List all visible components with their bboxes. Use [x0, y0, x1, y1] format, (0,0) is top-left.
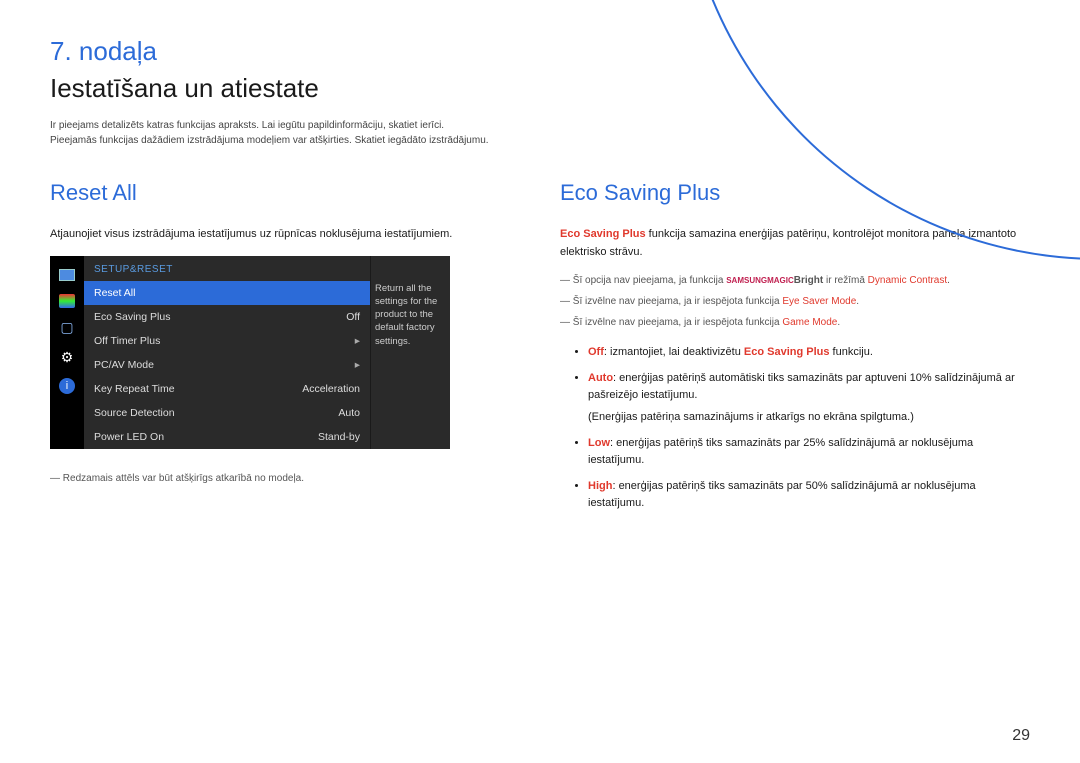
- opt-label: Off: [588, 346, 604, 358]
- page-header: 7. nodaļa Iestatīšana un atiestate Ir pi…: [0, 0, 1080, 158]
- fn-text: ir režīmā: [823, 275, 867, 286]
- opt-text: funkciju.: [830, 346, 873, 358]
- osd-row-label: PC/AV Mode: [94, 359, 154, 371]
- osd-row-label: Source Detection: [94, 407, 175, 419]
- column-eco-saving: Eco Saving Plus Eco Saving Plus funkcija…: [560, 180, 1030, 521]
- osd-row-reset-all[interactable]: Reset All: [84, 281, 370, 305]
- osd-sidebar-icons: ▢ ⚙ i: [50, 256, 84, 449]
- osd-row-eco-saving[interactable]: Eco Saving Plus Off: [84, 305, 370, 329]
- chapter-label: 7. nodaļa: [50, 36, 1030, 67]
- osd-title: SETUP&RESET: [84, 256, 370, 281]
- opt-text: : enerģijas patēriņš tiks samazināts par…: [588, 480, 976, 510]
- frame-icon: ▢: [57, 318, 77, 338]
- option-auto-sub: (Enerģijas patēriņa samazinājums ir atka…: [560, 409, 1030, 427]
- footnote-eye-saver: Šī izvēlne nav pieejama, ja ir iespējota…: [560, 294, 1030, 309]
- option-off: Off: izmantojiet, lai deaktivizētu Eco S…: [588, 344, 1030, 362]
- osd-menu: ▢ ⚙ i SETUP&RESET Reset All Eco Saving P…: [50, 256, 450, 449]
- info-icon: i: [59, 378, 75, 394]
- page-title: Iestatīšana un atiestate: [50, 73, 1030, 104]
- fn-text: Šī izvēlne nav pieejama, ja ir iespējota…: [573, 317, 783, 328]
- option-low: Low: enerģijas patēriņš tiks samazināts …: [588, 435, 1030, 470]
- intro-text-2: Pieejamās funkcijas dažādiem izstrādājum…: [50, 133, 1030, 148]
- footnote-dynamic-contrast: Šī opcija nav pieejama, ja funkcija SAMS…: [560, 273, 1030, 288]
- eco-saving-lead-highlight: Eco Saving Plus: [560, 228, 646, 240]
- image-disclaimer-footnote: Redzamais attēls var būt atšķirīgs atkar…: [50, 471, 520, 486]
- samsung-magic-prefix: SAMSUNG: [726, 276, 767, 285]
- bright-label: Bright: [794, 275, 823, 286]
- eye-saver-highlight: Eye Saver Mode: [782, 296, 856, 307]
- osd-row-value: Stand-by: [318, 431, 360, 443]
- chevron-right-icon: ▸: [355, 359, 360, 371]
- option-list: Off: izmantojiet, lai deaktivizētu Eco S…: [560, 344, 1030, 405]
- samsung-magic-text: MAGIC: [767, 276, 794, 285]
- osd-row-power-led[interactable]: Power LED On Stand-by: [84, 425, 370, 449]
- osd-main-panel: SETUP&RESET Reset All Eco Saving Plus Of…: [84, 256, 370, 449]
- opt-text: : izmantojiet, lai deaktivizētu: [604, 346, 744, 358]
- page-body: Reset All Atjaunojiet visus izstrādājuma…: [0, 158, 1080, 521]
- footnote-game-mode: Šī izvēlne nav pieejama, ja ir iespējota…: [560, 315, 1030, 330]
- page-number: 29: [1012, 727, 1030, 745]
- list-icon: [59, 294, 75, 308]
- option-high: High: enerģijas patēriņš tiks samazināts…: [588, 478, 1030, 513]
- osd-row-pcav[interactable]: PC/AV Mode ▸: [84, 353, 370, 377]
- fn-text: .: [947, 275, 950, 286]
- opt-label: High: [588, 480, 612, 492]
- game-mode-highlight: Game Mode: [782, 317, 837, 328]
- osd-row-value: Off: [346, 311, 360, 323]
- osd-row-key-repeat[interactable]: Key Repeat Time Acceleration: [84, 377, 370, 401]
- gear-icon: ⚙: [57, 348, 77, 368]
- osd-row-label: Key Repeat Time: [94, 383, 175, 395]
- opt-label: Low: [588, 437, 610, 449]
- heading-eco-saving: Eco Saving Plus: [560, 180, 1030, 206]
- osd-row-label: Eco Saving Plus: [94, 311, 170, 323]
- osd-row-label: Off Timer Plus: [94, 335, 160, 347]
- intro-text-1: Ir pieejams detalizēts katras funkcijas …: [50, 118, 1030, 133]
- osd-row-label: Reset All: [94, 287, 135, 299]
- reset-all-description: Atjaunojiet visus izstrādājuma iestatīju…: [50, 226, 520, 244]
- opt-text: : enerģijas patēriņš tiks samazināts par…: [588, 437, 973, 467]
- option-list-2: Low: enerģijas patēriņš tiks samazināts …: [560, 435, 1030, 513]
- fn-text: Šī izvēlne nav pieejama, ja ir iespējota…: [573, 296, 783, 307]
- osd-row-label: Power LED On: [94, 431, 164, 443]
- opt-label: Auto: [588, 372, 613, 384]
- osd-row-off-timer[interactable]: Off Timer Plus ▸: [84, 329, 370, 353]
- opt-highlight: Eco Saving Plus: [744, 346, 830, 358]
- osd-help-text: Return all the settings for the product …: [370, 256, 450, 449]
- heading-reset-all: Reset All: [50, 180, 520, 206]
- osd-row-value: Acceleration: [302, 383, 360, 395]
- eco-saving-description: Eco Saving Plus funkcija samazina enerģi…: [560, 226, 1030, 261]
- dynamic-contrast-highlight: Dynamic Contrast: [868, 275, 947, 286]
- option-auto: Auto: enerģijas patēriņš automātiski tik…: [588, 370, 1030, 405]
- column-reset-all: Reset All Atjaunojiet visus izstrādājuma…: [50, 180, 520, 521]
- osd-row-source-detection[interactable]: Source Detection Auto: [84, 401, 370, 425]
- opt-text: : enerģijas patēriņš automātiski tiks sa…: [588, 372, 1015, 402]
- fn-text: .: [837, 317, 840, 328]
- fn-text: Šī opcija nav pieejama, ja funkcija: [573, 275, 726, 286]
- monitor-icon: [57, 264, 77, 284]
- fn-text: .: [856, 296, 859, 307]
- chevron-right-icon: ▸: [355, 335, 360, 347]
- osd-row-value: Auto: [338, 407, 360, 419]
